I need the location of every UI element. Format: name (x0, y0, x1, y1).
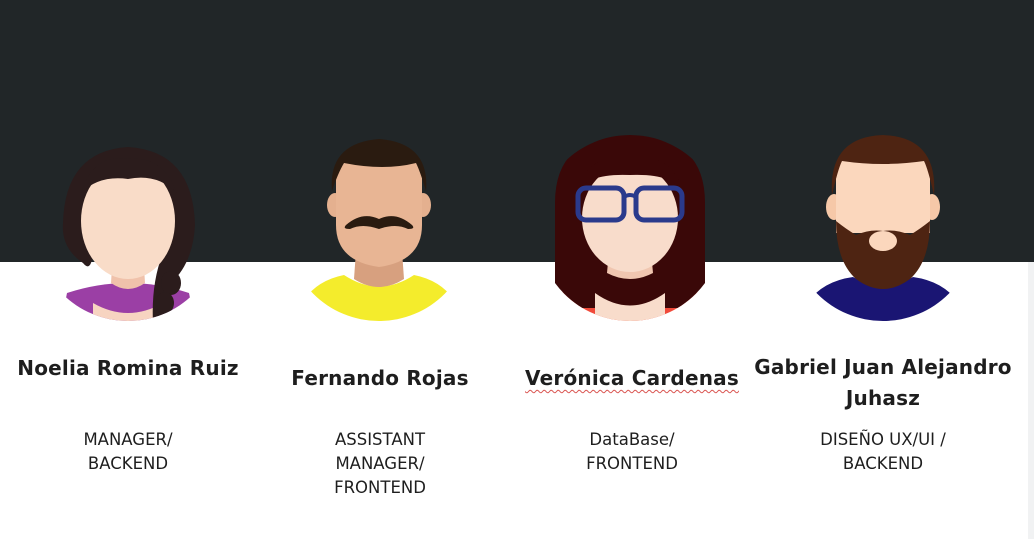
member-role: ASSISTANT MANAGER/ FRONTEND (334, 430, 426, 497)
member-role: MANAGER/ BACKEND (83, 430, 173, 473)
woman-glasses-avatar-icon (555, 135, 705, 321)
member-name: Noelia Romina Ruiz (17, 356, 239, 380)
avatar-noelia (53, 133, 203, 323)
member-role: DataBase/ FRONTEND (586, 430, 678, 473)
man-mustache-avatar-icon (304, 139, 454, 321)
avatar-gabriel (808, 133, 958, 323)
avatar-veronica (555, 133, 705, 323)
member-name: Gabriel Juan Alejandro Juhasz (754, 355, 1012, 410)
woman-braid-avatar-icon (61, 147, 195, 321)
member-name: Verónica Cardenas (525, 366, 739, 390)
avatar-fernando (304, 133, 454, 323)
man-beard-avatar-icon (808, 135, 958, 321)
member-name: Fernando Rojas (291, 366, 469, 390)
member-role: DISEÑO UX/UI / BACKEND (820, 430, 946, 473)
right-edge-strip (1028, 262, 1034, 539)
